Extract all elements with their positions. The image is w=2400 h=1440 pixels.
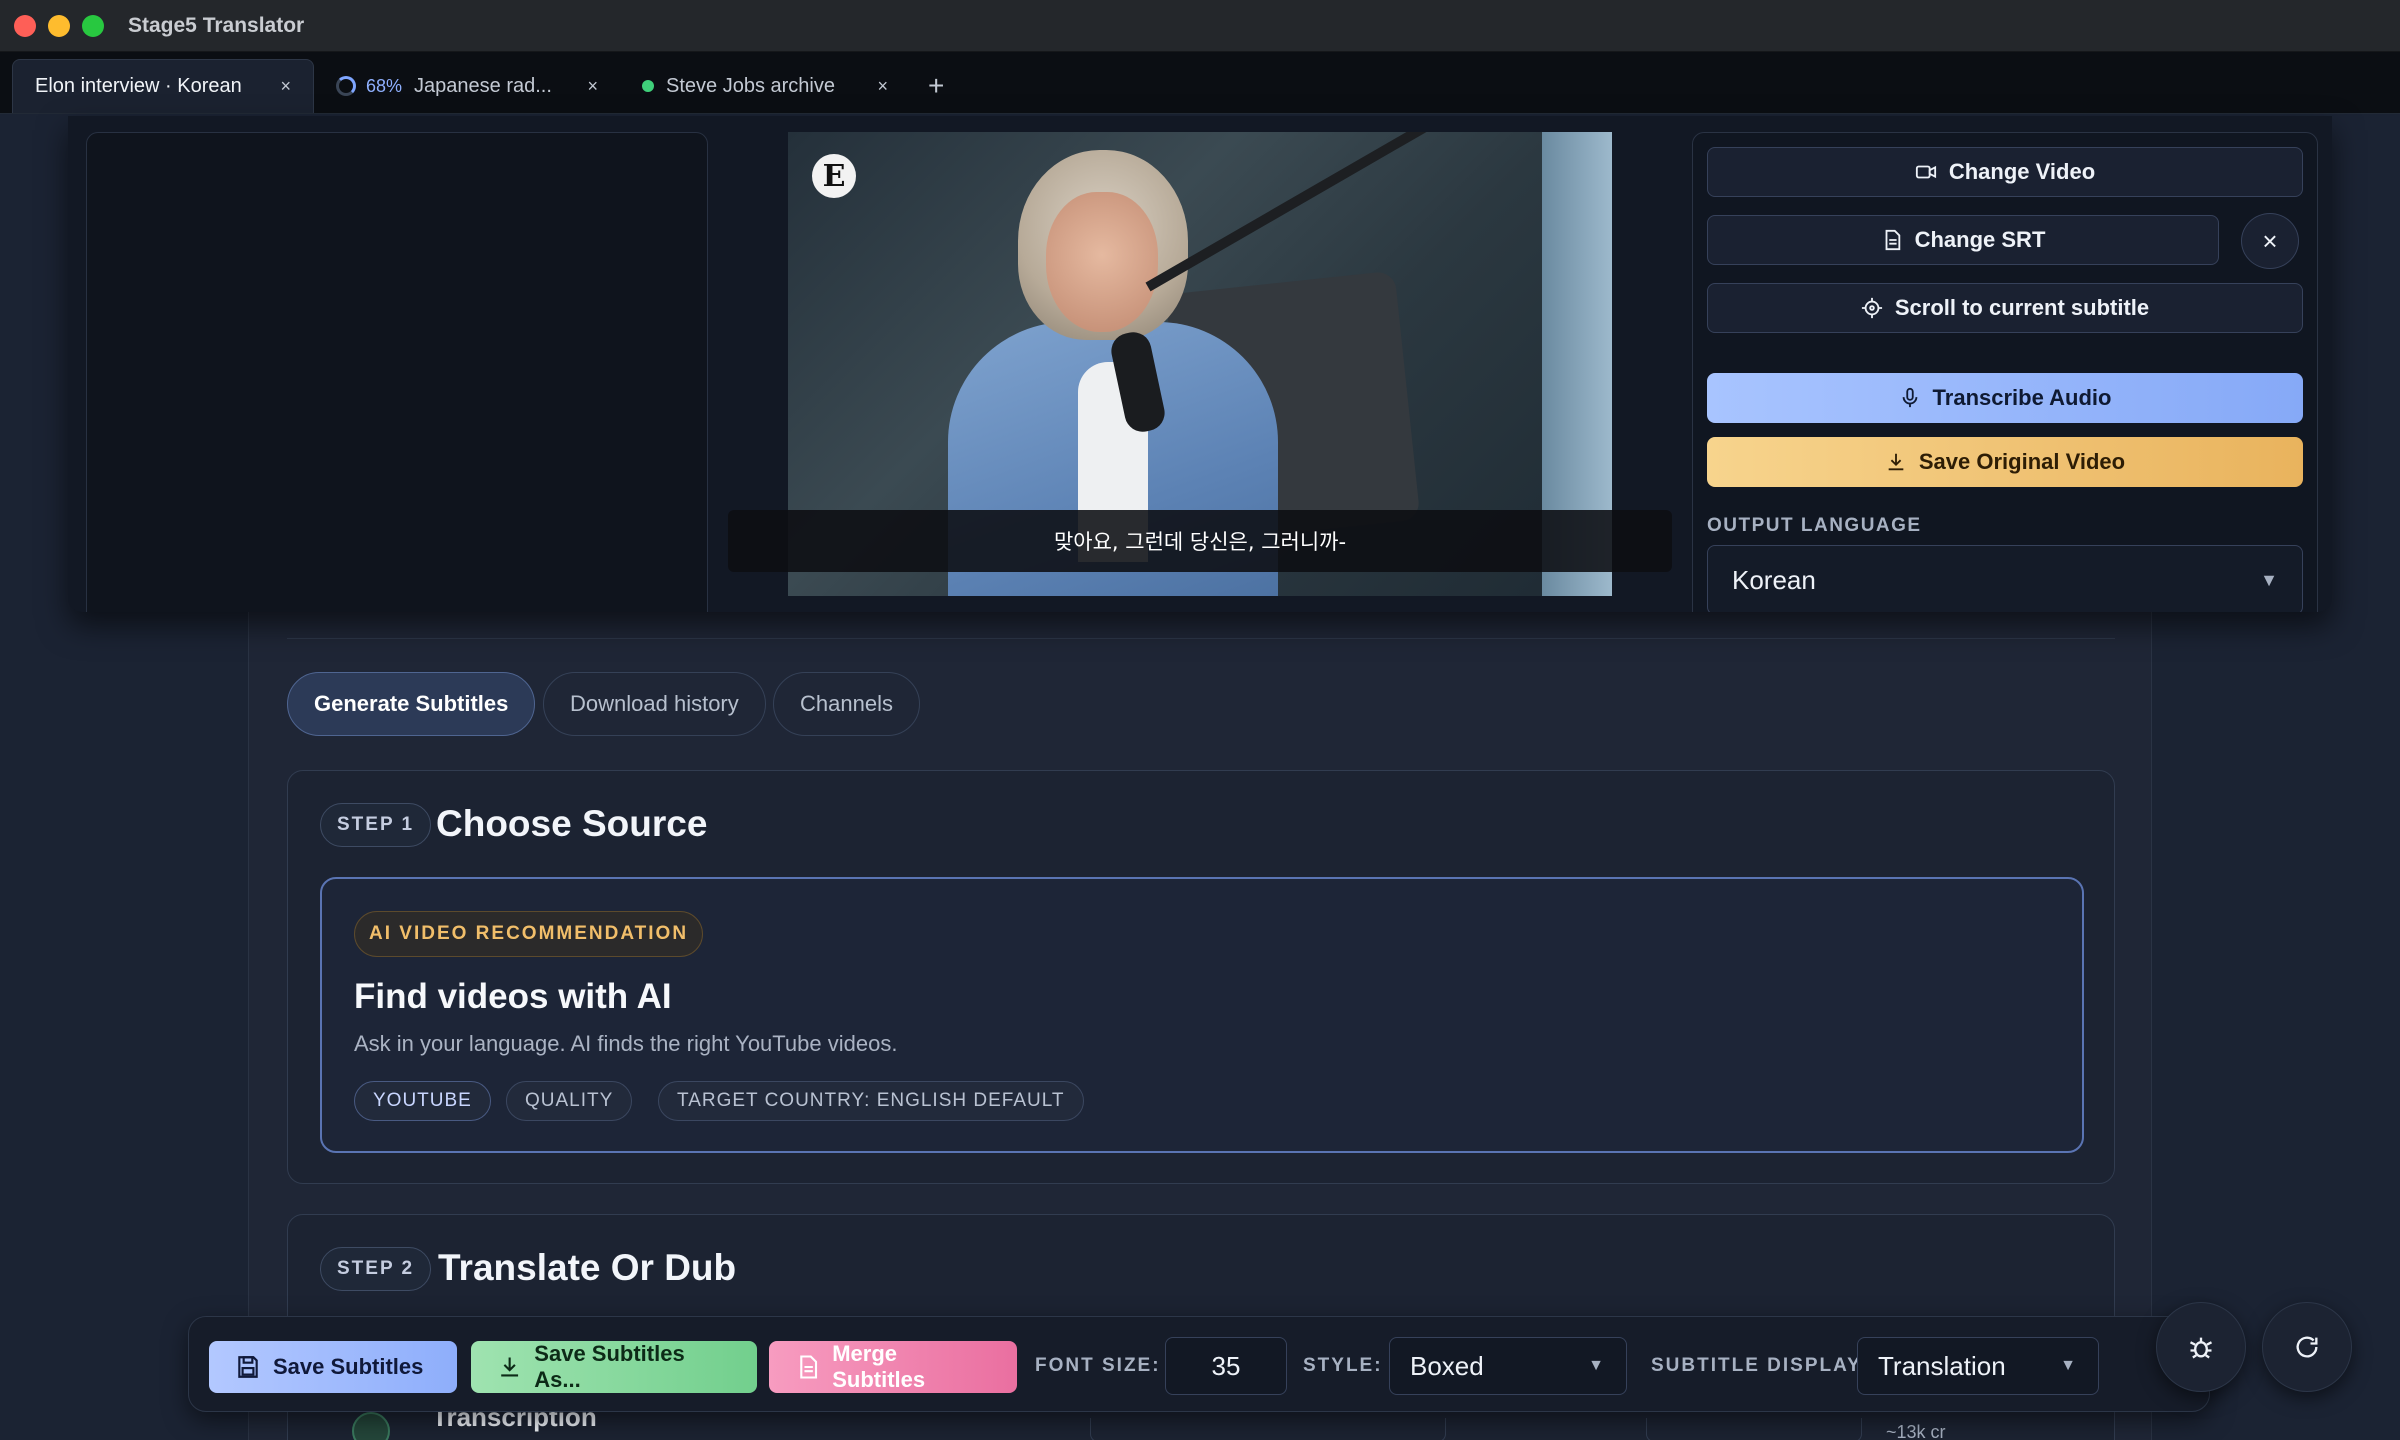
- save-subtitles-button[interactable]: Save Subtitles: [209, 1341, 457, 1393]
- scroll-to-current-label: Scroll to current subtitle: [1894, 295, 2150, 320]
- microphone-icon: [1902, 387, 1917, 408]
- tab-close-icon[interactable]: ×: [280, 76, 291, 97]
- document-icon: [800, 1355, 818, 1379]
- transcribe-audio-label: Transcribe Audio: [1932, 385, 2112, 410]
- save-original-video-button[interactable]: Save Original Video: [1707, 437, 2303, 487]
- close-srt-button[interactable]: ×: [2241, 213, 2299, 269]
- loading-spinner-icon: [336, 76, 356, 96]
- tab-elon-interview[interactable]: Elon interview · Korean ×: [12, 59, 314, 113]
- change-srt-label: Change SRT: [1914, 227, 2046, 252]
- target-icon: [1861, 297, 1882, 319]
- video-person-face: [1046, 192, 1158, 332]
- tab-label: Elon interview · Korean: [35, 75, 242, 97]
- style-label: STYLE:: [1303, 1355, 1383, 1376]
- tab-label: Steve Jobs archive: [666, 74, 835, 97]
- subtitle-overlay: 맞아요, 그런데 당신은, 그러니까-: [728, 510, 1672, 572]
- peek-field: [1646, 1418, 1862, 1440]
- video-panel: E 맞아요, 그런데 당신은, 그러니까- Change Video Chang…: [68, 116, 2332, 612]
- download-icon: [1888, 453, 1904, 471]
- tab-label: Japanese rad...: [414, 74, 552, 97]
- merge-subtitles-label: Merge Subtitles: [832, 1341, 926, 1392]
- bug-report-button[interactable]: [2156, 1302, 2246, 1392]
- change-video-button[interactable]: Change Video: [1707, 147, 2303, 197]
- step-title: Translate Or Dub: [438, 1247, 737, 1288]
- chevron-down-icon: ▼: [2260, 569, 2278, 590]
- ai-card-description: Ask in your language. AI finds the right…: [354, 1031, 898, 1056]
- font-size-value: 35: [1211, 1350, 1241, 1381]
- subtitle-display-label: SUBTITLE DISPLAY: [1651, 1355, 1862, 1376]
- step-title: Choose Source: [436, 803, 708, 844]
- tab-bar: Elon interview · Korean × 68% Japanese r…: [0, 52, 2400, 114]
- tab-steve-jobs-archive[interactable]: Steve Jobs archive ×: [620, 59, 910, 113]
- step1-card: STEP 1 Choose Source AI VIDEO RECOMMENDA…: [287, 770, 2115, 1184]
- app-title: Stage5 Translator: [128, 13, 305, 37]
- step-badge: STEP 2: [320, 1247, 432, 1291]
- ai-recommendation-badge: AI VIDEO RECOMMENDATION: [354, 911, 704, 957]
- document-icon: [1885, 229, 1900, 251]
- video-mic-arm: [1145, 132, 1463, 292]
- video-camera-icon: [1915, 165, 1936, 179]
- save-subtitles-as-button[interactable]: Save Subtitles As...: [471, 1341, 757, 1393]
- output-language-value: Korean: [1732, 564, 1816, 595]
- tab-progress: 68%: [366, 75, 403, 96]
- channel-logo: E: [812, 154, 856, 198]
- refresh-icon: [2296, 1336, 2318, 1358]
- maximize-window-button[interactable]: [82, 14, 104, 37]
- save-subtitles-label: Save Subtitles: [273, 1354, 424, 1379]
- tab-channels[interactable]: Channels: [773, 672, 920, 736]
- tab-generate-subtitles[interactable]: Generate Subtitles: [287, 672, 536, 736]
- close-window-button[interactable]: [14, 14, 36, 37]
- style-select[interactable]: Boxed ▼: [1389, 1337, 1627, 1395]
- tab-close-icon[interactable]: ×: [587, 76, 598, 97]
- merge-subtitles-button[interactable]: Merge Subtitles: [769, 1341, 1017, 1393]
- tag-target-country: TARGET COUNTRY: ENGLISH DEFAULT: [658, 1081, 1084, 1121]
- scroll-to-current-button[interactable]: Scroll to current subtitle: [1707, 283, 2303, 333]
- tag-quality: QUALITY: [506, 1081, 633, 1121]
- change-video-label: Change Video: [1948, 159, 2096, 184]
- credits-estimate: ~13k cr: [1886, 1422, 1946, 1440]
- refresh-button[interactable]: [2262, 1302, 2352, 1392]
- chevron-down-icon: ▼: [1588, 1357, 1604, 1374]
- chevron-down-icon: ▼: [2060, 1357, 2076, 1374]
- save-subtitles-as-label: Save Subtitles As...: [534, 1341, 685, 1392]
- subtitle-display-select[interactable]: Translation ▼: [1857, 1337, 2099, 1395]
- font-size-input[interactable]: 35: [1165, 1337, 1287, 1395]
- font-size-label: FONT SIZE:: [1035, 1355, 1161, 1376]
- tag-youtube: YOUTUBE: [354, 1081, 491, 1121]
- step-badge: STEP 1: [320, 803, 432, 847]
- bottom-toolbar: Save Subtitles Save Subtitles As... Merg…: [188, 1316, 2210, 1412]
- window-controls: [14, 14, 104, 37]
- peek-field: [1090, 1418, 1446, 1440]
- subtitle-display-value: Translation: [1878, 1350, 2006, 1381]
- transcribe-audio-button[interactable]: Transcribe Audio: [1707, 373, 2303, 423]
- subtitle-list-pane[interactable]: [86, 132, 708, 612]
- download-icon: [501, 1357, 519, 1377]
- status-dot-icon: [642, 80, 654, 92]
- style-value: Boxed: [1410, 1350, 1484, 1381]
- ai-recommendation-card[interactable]: AI VIDEO RECOMMENDATION Find videos with…: [320, 877, 2084, 1153]
- save-disk-icon: [238, 1356, 258, 1378]
- output-language-label: OUTPUT LANGUAGE: [1707, 515, 1922, 536]
- tab-close-icon[interactable]: ×: [877, 76, 888, 97]
- new-tab-button[interactable]: +: [910, 59, 962, 113]
- output-language-select[interactable]: Korean ▼: [1707, 545, 2303, 612]
- title-bar: Stage5 Translator: [0, 0, 2400, 52]
- tab-download-history[interactable]: Download history: [543, 672, 766, 736]
- save-original-video-label: Save Original Video: [1918, 449, 2126, 474]
- divider: [287, 638, 2115, 639]
- bug-icon: [2189, 1337, 2213, 1359]
- minimize-window-button[interactable]: [48, 14, 70, 37]
- ai-card-title: Find videos with AI: [354, 977, 672, 1016]
- change-srt-button[interactable]: Change SRT: [1707, 215, 2219, 265]
- tab-japanese-radio[interactable]: 68% Japanese rad... ×: [314, 59, 620, 113]
- video-controls-panel: Change Video Change SRT × Scroll to curr…: [1692, 132, 2318, 612]
